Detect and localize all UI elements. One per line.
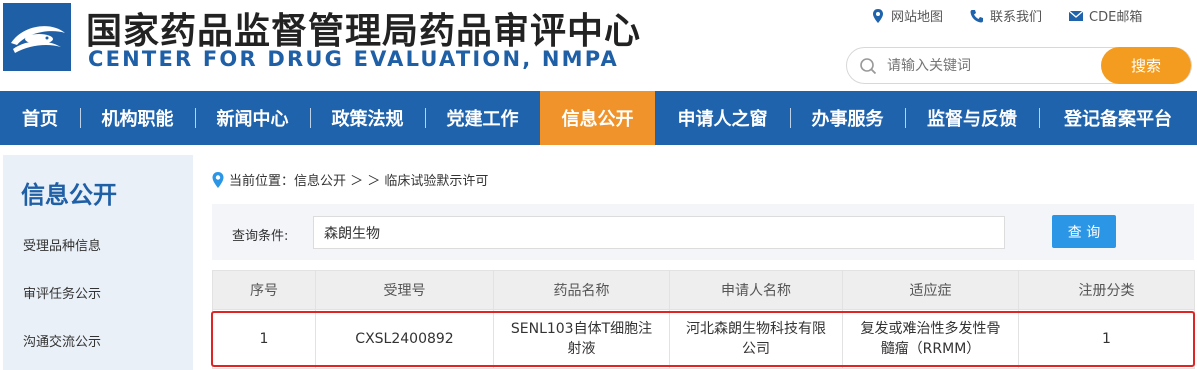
nav-item-supervision[interactable]: 监督与反馈 bbox=[905, 91, 1039, 145]
sidebar-title: 信息公开 bbox=[21, 181, 117, 209]
top-links: 网站地图 联系我们 CDE邮箱 bbox=[870, 6, 1168, 25]
mail-icon bbox=[1068, 10, 1084, 21]
sitemap-label: 网站地图 bbox=[891, 10, 944, 25]
nmpa-logo[interactable] bbox=[3, 3, 71, 71]
header-registration-class: 注册分类 bbox=[1018, 270, 1195, 310]
search-icon bbox=[860, 58, 877, 75]
cde-mail-link[interactable]: CDE邮箱 bbox=[1068, 6, 1142, 25]
header-drug-name: 药品名称 bbox=[493, 270, 670, 310]
query-button[interactable]: 查 询 bbox=[1052, 215, 1116, 248]
sidebar-item-review-tasks[interactable]: 审评任务公示 bbox=[23, 283, 101, 302]
nav-item-home[interactable]: 首页 bbox=[0, 91, 80, 145]
location-pin-icon bbox=[212, 171, 224, 188]
contact-link[interactable]: 联系我们 bbox=[969, 6, 1042, 25]
results-table: 序号 受理号 药品名称 申请人名称 适应症 注册分类 1 CXSL2400892… bbox=[212, 270, 1195, 369]
sidebar-item-communication[interactable]: 沟通交流公示 bbox=[23, 331, 101, 350]
sidebar-item-accepted-varieties[interactable]: 受理品种信息 bbox=[23, 235, 101, 254]
query-panel: 查询条件: 森朗生物 查 询 bbox=[212, 204, 1194, 260]
nav-item-info-disclosure[interactable]: 信息公开 bbox=[540, 91, 655, 145]
header-applicant: 申请人名称 bbox=[669, 270, 843, 310]
cell-indication: 复发或难治性多发性骨髓瘤（RRMM） bbox=[842, 309, 1019, 369]
nav-item-policy[interactable]: 政策法规 bbox=[310, 91, 425, 145]
sitemap-link[interactable]: 网站地图 bbox=[870, 6, 943, 25]
header-index: 序号 bbox=[212, 270, 316, 310]
phone-icon bbox=[970, 9, 984, 22]
site-title-en: CENTER FOR DRUG EVALUATION, NMPA bbox=[88, 47, 619, 71]
site-header: 国家药品监督管理局药品审评中心 CENTER FOR DRUG EVALUATI… bbox=[0, 0, 1197, 91]
cell-registration-class: 1 bbox=[1018, 309, 1195, 369]
main-nav: 首页 机构职能 新闻中心 政策法规 党建工作 信息公开 申请人之窗 办事服务 监… bbox=[0, 91, 1197, 145]
location-pin-icon bbox=[873, 8, 883, 23]
breadcrumb-text: 当前位置：信息公开 ＞ ＞ 临床试验默示许可 bbox=[229, 174, 489, 189]
cell-acceptance-no[interactable]: CXSL2400892 bbox=[315, 309, 494, 369]
breadcrumb: 当前位置：信息公开 ＞ ＞ 临床试验默示许可 bbox=[212, 170, 488, 189]
nav-item-party[interactable]: 党建工作 bbox=[425, 91, 540, 145]
header-indication: 适应症 bbox=[842, 270, 1019, 310]
header-acceptance-no: 受理号 bbox=[315, 270, 494, 310]
search-button[interactable]: 搜索 bbox=[1101, 47, 1191, 84]
cell-applicant: 河北森朗生物科技有限公司 bbox=[669, 309, 843, 369]
query-label: 查询条件: bbox=[232, 229, 289, 244]
site-search: 搜索 bbox=[846, 47, 1192, 84]
nav-item-news[interactable]: 新闻中心 bbox=[195, 91, 310, 145]
nav-item-functions[interactable]: 机构职能 bbox=[80, 91, 195, 145]
logo-emblem-icon bbox=[3, 3, 71, 71]
cell-index: 1 bbox=[212, 309, 316, 369]
table-row[interactable]: 1 CXSL2400892 SENL103自体T细胞注射液 河北森朗生物科技有限… bbox=[212, 309, 1195, 369]
search-input[interactable] bbox=[887, 54, 1097, 78]
nav-item-registration[interactable]: 登记备案平台 bbox=[1039, 91, 1197, 145]
contact-label: 联系我们 bbox=[990, 10, 1043, 25]
table-header-row: 序号 受理号 药品名称 申请人名称 适应症 注册分类 bbox=[212, 270, 1195, 310]
nav-item-services[interactable]: 办事服务 bbox=[790, 91, 905, 145]
cell-drug-name: SENL103自体T细胞注射液 bbox=[493, 309, 670, 369]
query-input[interactable]: 森朗生物 bbox=[313, 216, 1005, 249]
sidebar: 信息公开 受理品种信息 审评任务公示 沟通交流公示 bbox=[3, 155, 193, 370]
cde-mail-label: CDE邮箱 bbox=[1089, 10, 1143, 25]
nav-item-applicant[interactable]: 申请人之窗 bbox=[655, 91, 790, 145]
